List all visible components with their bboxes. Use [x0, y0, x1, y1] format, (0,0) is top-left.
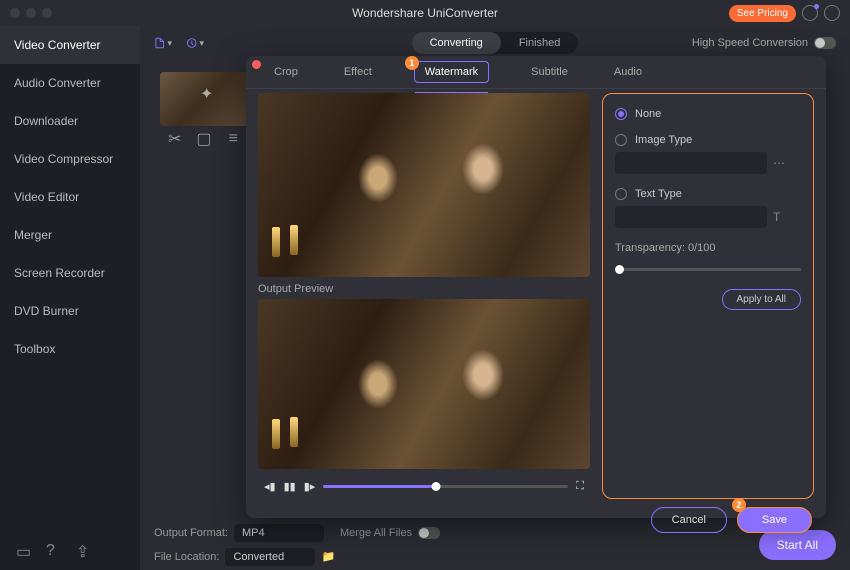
- app-title: Wondershare UniConverter: [352, 6, 498, 20]
- modal-footer: Cancel 2 Save: [246, 507, 826, 533]
- file-card[interactable]: ✂ ▢ ≡: [154, 66, 254, 152]
- apply-to-all-button[interactable]: Apply to All: [722, 289, 801, 310]
- sidebar-item-video-editor[interactable]: Video Editor: [0, 178, 140, 216]
- status-tab-group: Converting Finished: [412, 32, 579, 54]
- callout-badge-2: 2: [732, 498, 746, 512]
- header-right-icons: [802, 5, 840, 21]
- video-preview-output: [258, 299, 590, 469]
- tab-converting[interactable]: Converting: [412, 32, 501, 54]
- text-format-icon[interactable]: T: [773, 210, 781, 224]
- sidebar-bottom-icons: ▭ ? ⇪: [16, 542, 90, 556]
- radio-image-type[interactable]: [615, 134, 627, 146]
- file-location-label: File Location:: [154, 551, 219, 563]
- tab-finished[interactable]: Finished: [501, 32, 579, 54]
- transparency-slider[interactable]: [615, 268, 801, 271]
- output-preview-label: Output Preview: [258, 283, 590, 295]
- close-window-icon[interactable]: [10, 8, 20, 18]
- prev-frame-icon[interactable]: ◂▮: [264, 480, 276, 493]
- sidebar-item-merger[interactable]: Merger: [0, 216, 140, 254]
- video-preview-original: [258, 93, 590, 277]
- modal-tab-watermark[interactable]: 1 Watermark: [414, 61, 489, 83]
- radio-image-row[interactable]: Image Type: [615, 134, 801, 146]
- modal-close-button[interactable]: [252, 60, 261, 69]
- high-speed-label: High Speed Conversion: [692, 37, 808, 49]
- next-frame-icon[interactable]: ▮▸: [304, 480, 316, 493]
- sidebar-item-audio-converter[interactable]: Audio Converter: [0, 64, 140, 102]
- image-path-input[interactable]: [615, 152, 767, 174]
- maximize-window-icon[interactable]: [42, 8, 52, 18]
- share-icon[interactable]: ⇪: [76, 542, 90, 556]
- thumb-tools: ✂ ▢ ≡: [160, 132, 248, 146]
- save-button-label: Save: [762, 514, 787, 526]
- sidebar: Video Converter Audio Converter Download…: [0, 26, 140, 570]
- watermark-panel: None Image Type ⋯ Text Type: [602, 93, 814, 499]
- output-format-label: Output Format:: [154, 527, 228, 539]
- sidebar-item-dvd-burner[interactable]: DVD Burner: [0, 292, 140, 330]
- transparency-label: Transparency: 0/100: [615, 242, 801, 254]
- cancel-button[interactable]: Cancel: [651, 507, 727, 533]
- high-speed-container: High Speed Conversion: [692, 37, 836, 49]
- text-watermark-input[interactable]: [615, 206, 767, 228]
- radio-none-label: None: [635, 108, 661, 120]
- radio-image-label: Image Type: [635, 134, 692, 146]
- preview-column: Output Preview ◂▮ ▮▮ ▮▸ ⛶: [258, 93, 590, 499]
- sidebar-item-toolbox[interactable]: Toolbox: [0, 330, 140, 368]
- seek-slider[interactable]: [323, 485, 568, 488]
- edit-modal: Crop Effect 1 Watermark Subtitle Audio O…: [246, 56, 826, 518]
- add-file-icon[interactable]: ▾: [154, 34, 172, 52]
- radio-text-label: Text Type: [635, 188, 682, 200]
- see-pricing-button[interactable]: See Pricing: [729, 5, 796, 22]
- settings-icon[interactable]: [824, 5, 840, 21]
- download-queue-icon[interactable]: ▾: [186, 34, 204, 52]
- radio-text-row[interactable]: Text Type: [615, 188, 801, 200]
- file-location-select[interactable]: Converted: [225, 548, 315, 566]
- playback-controls: ◂▮ ▮▮ ▮▸ ⛶: [258, 473, 590, 499]
- user-account-icon[interactable]: [802, 5, 818, 21]
- callout-badge-1: 1: [405, 56, 419, 70]
- fullscreen-icon[interactable]: ⛶: [576, 480, 584, 493]
- modal-tab-subtitle[interactable]: Subtitle: [527, 56, 572, 88]
- titlebar: Wondershare UniConverter See Pricing: [0, 0, 850, 26]
- help-icon[interactable]: ?: [46, 542, 60, 556]
- start-all-button[interactable]: Start All: [759, 530, 836, 560]
- modal-tabs: Crop Effect 1 Watermark Subtitle Audio: [246, 56, 826, 89]
- crop-icon[interactable]: ▢: [197, 132, 211, 146]
- radio-none[interactable]: [615, 108, 627, 120]
- video-thumbnail: [160, 72, 248, 126]
- pause-icon[interactable]: ▮▮: [284, 480, 296, 493]
- sidebar-item-downloader[interactable]: Downloader: [0, 102, 140, 140]
- sidebar-item-video-converter[interactable]: Video Converter: [0, 26, 140, 64]
- radio-none-row[interactable]: None: [615, 108, 801, 120]
- more-icon[interactable]: ≡: [226, 132, 240, 146]
- browse-image-icon[interactable]: ⋯: [773, 156, 786, 170]
- radio-text-type[interactable]: [615, 188, 627, 200]
- modal-tab-watermark-label: Watermark: [425, 66, 478, 78]
- minimize-window-icon[interactable]: [26, 8, 36, 18]
- trim-icon[interactable]: ✂: [168, 132, 182, 146]
- save-button[interactable]: 2 Save: [737, 507, 812, 533]
- sidebar-item-video-compressor[interactable]: Video Compressor: [0, 140, 140, 178]
- desktop-icon[interactable]: ▭: [16, 542, 30, 556]
- open-folder-icon[interactable]: 📁: [321, 550, 335, 564]
- window-controls: [10, 8, 52, 18]
- modal-tab-audio[interactable]: Audio: [610, 56, 646, 88]
- top-tabs-bar: ▾ ▾ Converting Finished High Speed Conve…: [140, 26, 850, 60]
- modal-tab-crop[interactable]: Crop: [270, 56, 302, 88]
- sidebar-item-screen-recorder[interactable]: Screen Recorder: [0, 254, 140, 292]
- high-speed-toggle[interactable]: [814, 37, 836, 49]
- modal-tab-effect[interactable]: Effect: [340, 56, 376, 88]
